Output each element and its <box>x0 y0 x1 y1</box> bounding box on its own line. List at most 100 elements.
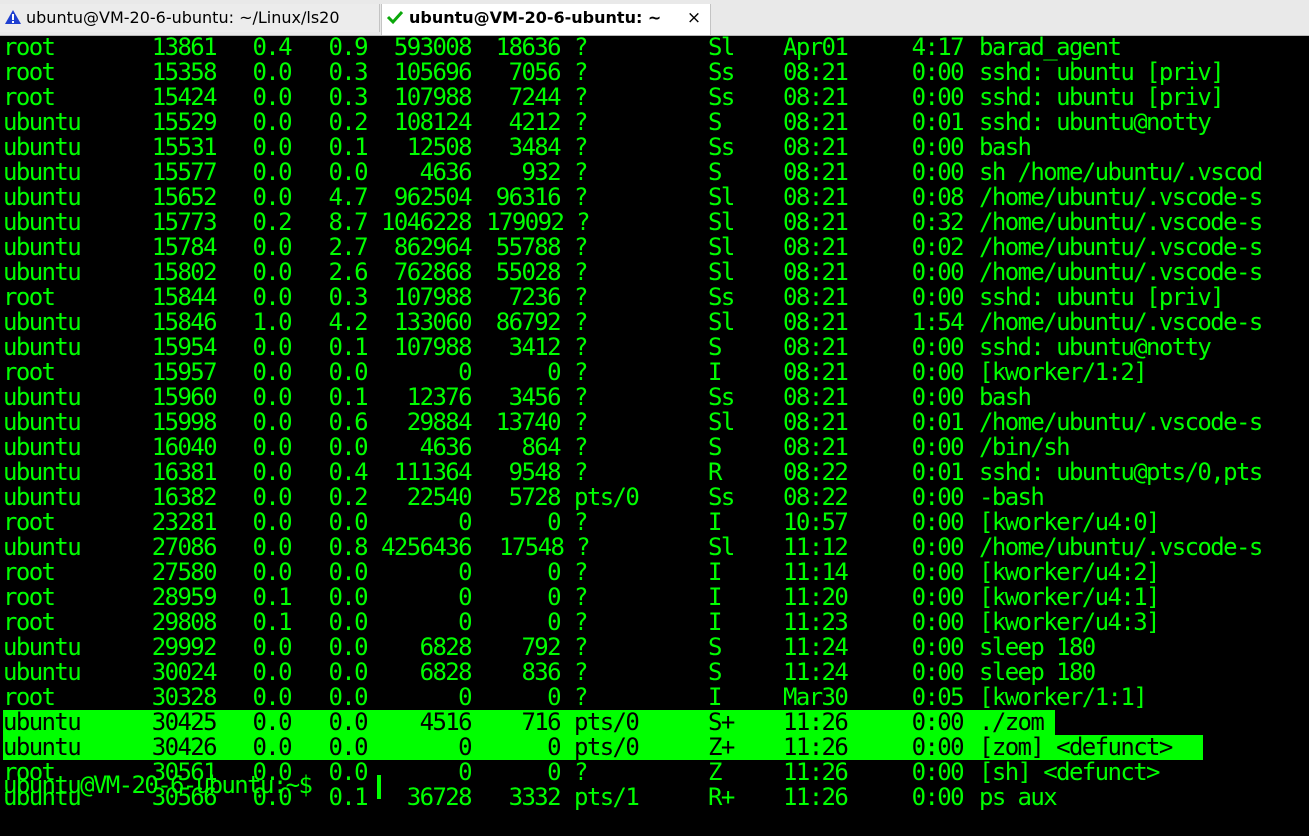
vsz-cell: 12508 <box>406 133 473 161</box>
user-cell: ubuntu <box>3 533 82 561</box>
time-cell: 0:00 <box>911 708 965 736</box>
time-cell: 0:00 <box>911 558 965 586</box>
pid-cell: 30328 <box>151 683 218 711</box>
stat-cell: Ss <box>708 133 735 161</box>
pid-cell: 23281 <box>151 508 218 536</box>
vsz-cell: 105696 <box>393 58 473 86</box>
command-cell: /home/ubuntu/.vscode-s <box>979 308 1263 336</box>
mem-cell: 0.0 <box>328 708 368 736</box>
pid-cell: 30426 <box>151 733 218 761</box>
time-cell: 0:01 <box>911 408 965 436</box>
command-cell: [kworker/u4:1] <box>979 583 1160 611</box>
stat-cell: R+ <box>708 783 735 811</box>
time-cell: 0:00 <box>911 133 965 161</box>
user-cell: root <box>3 58 56 86</box>
tty-cell: ? <box>574 308 588 336</box>
user-cell: root <box>3 583 56 611</box>
command-cell: /home/ubuntu/.vscode-s <box>979 183 1263 211</box>
close-icon[interactable]: × <box>686 4 702 32</box>
rss-cell: 0 <box>547 733 561 761</box>
rss-cell: 18636 <box>495 33 562 61</box>
vsz-cell: 0 <box>458 683 472 711</box>
mem-cell: 0.9 <box>328 33 368 61</box>
time-cell: 0:00 <box>911 58 965 86</box>
command-cell: sh /home/ubuntu/.vscod <box>979 158 1263 186</box>
pid-cell: 15531 <box>151 133 218 161</box>
mem-cell: 0.0 <box>328 433 368 461</box>
vsz-cell: 0 <box>458 558 472 586</box>
rss-cell: 0 <box>547 583 561 611</box>
start-cell: 11:24 <box>783 633 849 661</box>
rss-cell: 55028 <box>495 258 562 286</box>
rss-cell: 3412 <box>508 333 562 361</box>
stat-cell: I <box>708 583 722 611</box>
cpu-cell: 0.0 <box>252 708 292 736</box>
start-cell: 11:24 <box>783 658 849 686</box>
time-cell: 0:00 <box>911 733 965 761</box>
pid-cell: 15957 <box>151 358 218 386</box>
mem-cell: 0.0 <box>328 658 368 686</box>
stat-cell: Ss <box>708 483 735 511</box>
mem-cell: 0.1 <box>328 383 368 411</box>
cpu-cell: 0.0 <box>252 383 292 411</box>
pid-cell: 30425 <box>151 708 218 736</box>
command-cell: /home/ubuntu/.vscode-s <box>979 533 1263 561</box>
tty-cell: ? <box>574 658 588 686</box>
tty-cell: ? <box>574 183 588 211</box>
command-cell: [zom] <defunct> <box>979 733 1173 761</box>
mem-cell: 0.0 <box>328 358 368 386</box>
rss-cell: 0 <box>547 758 561 786</box>
rss-cell: 55788 <box>495 233 562 261</box>
cpu-cell: 0.0 <box>252 533 292 561</box>
pid-cell: 16040 <box>151 433 218 461</box>
time-cell: 0:00 <box>911 533 965 561</box>
cpu-cell: 0.0 <box>252 83 292 111</box>
tty-cell: ? <box>574 508 588 536</box>
start-cell: 08:21 <box>783 433 849 461</box>
mem-cell: 0.4 <box>328 458 368 486</box>
vsz-cell: 862964 <box>393 233 473 261</box>
tty-cell: pts/1 <box>574 783 640 811</box>
stat-cell: Sl <box>708 233 735 261</box>
start-cell: 08:21 <box>783 233 849 261</box>
rss-cell: 86792 <box>495 308 562 336</box>
command-cell: sshd: ubuntu [priv] <box>979 83 1225 111</box>
tty-cell: ? <box>574 83 588 111</box>
vsz-cell: 4516 <box>419 708 473 736</box>
pid-cell: 15424 <box>151 83 218 111</box>
command-cell: [kworker/1:2] <box>979 358 1148 386</box>
pid-cell: 15802 <box>151 258 218 286</box>
terminal-output[interactable]: root 13861 0.4 0.9 593008 18636? Sl Apr01 4:17 ba… <box>0 33 1309 836</box>
tty-cell: ? <box>574 458 588 486</box>
user-cell: ubuntu <box>3 708 82 736</box>
pid-cell: 15998 <box>151 408 218 436</box>
stat-cell: Ss <box>708 83 735 111</box>
cpu-cell: 0.2 <box>252 208 292 236</box>
pid-cell: 15773 <box>151 208 218 236</box>
command-cell: sshd: ubuntu@notty <box>979 108 1212 136</box>
pid-cell: 15960 <box>151 383 218 411</box>
tab-ls20[interactable]: ubuntu@VM-20-6-ubuntu: ~/Linux/ls20 <box>0 4 380 32</box>
cpu-cell: 0.0 <box>252 458 292 486</box>
command-cell: [sh] <defunct> <box>979 758 1160 786</box>
vsz-cell: 0 <box>458 508 472 536</box>
start-cell: 08:21 <box>783 358 849 386</box>
stat-cell: Ss <box>708 283 735 311</box>
user-cell: root <box>3 83 56 111</box>
start-cell: 08:21 <box>783 308 849 336</box>
rss-cell: 0 <box>547 558 561 586</box>
tab-home[interactable]: ubuntu@VM-20-6-ubuntu: ~ × <box>381 4 711 35</box>
time-cell: 0:00 <box>911 383 965 411</box>
tty-cell: ? <box>574 108 588 136</box>
time-cell: 0:08 <box>911 183 965 211</box>
rss-cell: 0 <box>547 608 561 636</box>
user-cell: root <box>3 608 56 636</box>
vsz-cell: 36728 <box>406 783 473 811</box>
pid-cell: 30024 <box>151 658 218 686</box>
mem-cell: 0.2 <box>328 108 368 136</box>
vsz-cell: 108124 <box>393 108 473 136</box>
time-cell: 0:00 <box>911 433 965 461</box>
tty-cell: ? <box>574 258 588 286</box>
command-cell: [kworker/u4:0] <box>979 508 1160 536</box>
vsz-cell: 107988 <box>393 83 473 111</box>
